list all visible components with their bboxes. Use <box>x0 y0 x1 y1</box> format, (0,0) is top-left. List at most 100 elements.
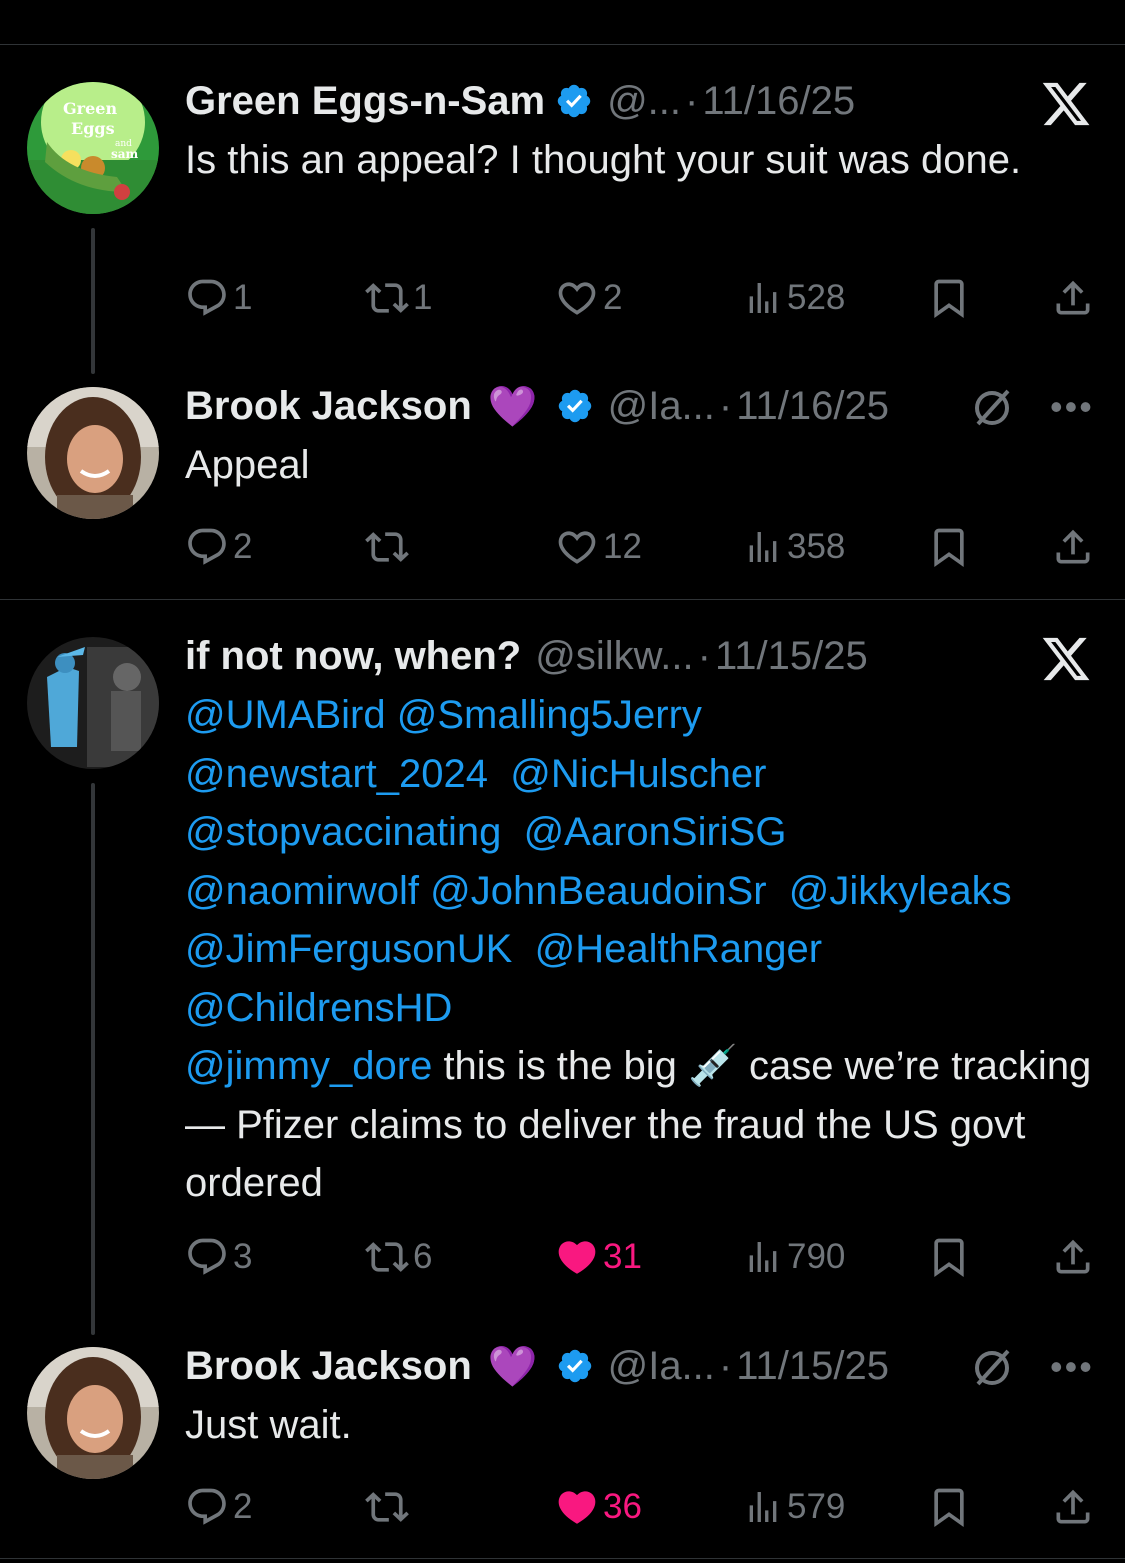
share-button[interactable] <box>1051 1232 1095 1282</box>
views-button[interactable]: 579 <box>743 1482 845 1532</box>
reply-count: 2 <box>233 1487 253 1526</box>
share-button[interactable] <box>1051 273 1095 323</box>
more-icon[interactable]: ••• <box>1050 1346 1094 1388</box>
mention-link[interactable]: @newstart_2024 <box>185 752 488 796</box>
bookmark-button[interactable] <box>927 273 971 323</box>
thread-line <box>91 783 95 1335</box>
more-icon[interactable]: ••• <box>1050 386 1094 428</box>
mention-link[interactable]: @ChildrensHD <box>185 986 452 1030</box>
author-name[interactable]: if not now, when? <box>185 634 521 679</box>
reply-count: 1 <box>233 278 253 317</box>
reply-button[interactable]: 2 <box>185 522 252 572</box>
tweet-header: Brook Jackson 💜 @Ia... · 11/15/25 <box>185 1341 889 1391</box>
views-button[interactable]: 528 <box>743 273 845 323</box>
like-count: 36 <box>603 1487 642 1526</box>
tweet-text: Appeal <box>185 443 310 487</box>
share-icon <box>1051 1485 1095 1529</box>
bookmark-icon <box>927 1235 971 1279</box>
share-button[interactable] <box>1051 522 1095 572</box>
avatar-if-not-now[interactable] <box>27 637 159 769</box>
mention-link[interactable]: @Smalling5Jerry <box>397 693 702 737</box>
views-count: 790 <box>787 1237 846 1276</box>
mention-link[interactable]: @stopvaccinating <box>185 810 501 854</box>
thread-divider <box>0 599 1125 600</box>
avatar-text-eggs: Eggs <box>71 119 115 138</box>
reply-count: 2 <box>233 527 253 566</box>
mention-link[interactable]: @jimmy_dore <box>185 1044 432 1088</box>
mention-link[interactable]: @NicHulscher <box>510 752 766 796</box>
x-logo-icon <box>1040 633 1092 685</box>
repost-button[interactable] <box>365 522 413 572</box>
author-handle[interactable]: @Ia... <box>608 1344 715 1389</box>
bookmark-button[interactable] <box>927 1232 971 1282</box>
author-handle[interactable]: @... <box>607 79 681 124</box>
like-count: 31 <box>603 1237 642 1276</box>
share-icon <box>1051 276 1095 320</box>
syringe-emoji: 💉 <box>688 1044 738 1088</box>
tweet-date[interactable]: 11/16/25 <box>736 384 889 429</box>
verified-badge-icon <box>556 1347 594 1385</box>
action-bar: 2 36 579 <box>185 1482 1095 1532</box>
bookmark-button[interactable] <box>927 1482 971 1532</box>
verified-badge-icon <box>556 387 594 425</box>
top-divider <box>0 44 1125 45</box>
share-icon <box>1051 525 1095 569</box>
reply-button[interactable]: 3 <box>185 1232 252 1282</box>
mention-link[interactable]: @JohnBeaudoinSr <box>430 869 766 913</box>
like-button[interactable]: 31 <box>555 1232 642 1282</box>
thread-line <box>91 228 95 374</box>
like-button[interactable]: 2 <box>555 273 622 323</box>
like-count: 2 <box>603 278 623 317</box>
tweet-header: if not now, when? @silkw... · 11/15/25 <box>185 631 868 681</box>
views-count: 579 <box>787 1487 846 1526</box>
mention-link[interactable]: @HealthRanger <box>535 927 822 971</box>
avatar-text-sam: sam <box>111 147 139 161</box>
tweet-text: @UMABird @Smalling5Jerry @newstart_2024 … <box>185 686 1115 1213</box>
author-name[interactable]: Green Eggs-n-Sam <box>185 79 545 124</box>
tweet-text: Is this an appeal? I thought your suit w… <box>185 138 1022 182</box>
views-count: 528 <box>787 278 846 317</box>
mention-link[interactable]: @JimFergusonUK <box>185 927 512 971</box>
tweet-date[interactable]: 11/15/25 <box>736 1344 889 1389</box>
author-name[interactable]: Brook Jackson <box>185 384 472 429</box>
like-button[interactable]: 12 <box>555 522 642 572</box>
bookmark-button[interactable] <box>927 522 971 572</box>
grok-icon[interactable] <box>968 384 1016 432</box>
mention-link[interactable]: @UMABird <box>185 693 386 737</box>
like-button[interactable]: 36 <box>555 1482 642 1532</box>
repost-button[interactable]: 6 <box>365 1232 432 1282</box>
separator-dot: · <box>697 633 711 678</box>
share-button[interactable] <box>1051 1482 1095 1532</box>
author-handle[interactable]: @silkw... <box>535 634 693 679</box>
bottom-divider <box>0 1558 1125 1559</box>
reply-count: 3 <box>233 1237 253 1276</box>
views-button[interactable]: 358 <box>743 522 845 572</box>
tweet-date[interactable]: 11/16/25 <box>702 79 855 124</box>
like-count: 12 <box>603 527 642 566</box>
views-button[interactable]: 790 <box>743 1232 845 1282</box>
separator-dot: · <box>718 1343 733 1388</box>
tweet-header: Green Eggs-n-Sam @... · 11/16/25 <box>185 76 855 126</box>
action-bar: 2 12 358 <box>185 522 1095 572</box>
views-count: 358 <box>787 527 846 566</box>
repost-count: 1 <box>413 278 433 317</box>
avatar-green-eggs[interactable]: Green Eggs and sam <box>27 82 159 214</box>
repost-button[interactable]: 1 <box>365 273 432 323</box>
reply-button[interactable]: 2 <box>185 1482 252 1532</box>
author-name[interactable]: Brook Jackson <box>185 1344 472 1389</box>
reply-button[interactable]: 1 <box>185 273 252 323</box>
repost-button[interactable] <box>365 1482 413 1532</box>
tweet-date[interactable]: 11/15/25 <box>715 634 868 679</box>
mention-link[interactable]: @Jikkyleaks <box>789 869 1012 913</box>
bookmark-icon <box>927 276 971 320</box>
share-icon <box>1051 1235 1095 1279</box>
grok-icon[interactable] <box>968 1344 1016 1392</box>
avatar-brook-jackson[interactable] <box>27 1347 159 1479</box>
avatar-brook-jackson[interactable] <box>27 387 159 519</box>
purple-heart-emoji: 💜 <box>487 1344 538 1389</box>
separator-dot: · <box>685 78 699 123</box>
author-handle[interactable]: @Ia... <box>608 384 715 429</box>
mention-link[interactable]: @AaronSiriSG <box>524 810 787 854</box>
x-logo-icon <box>1040 78 1092 130</box>
mention-link[interactable]: @naomirwolf <box>185 869 419 913</box>
